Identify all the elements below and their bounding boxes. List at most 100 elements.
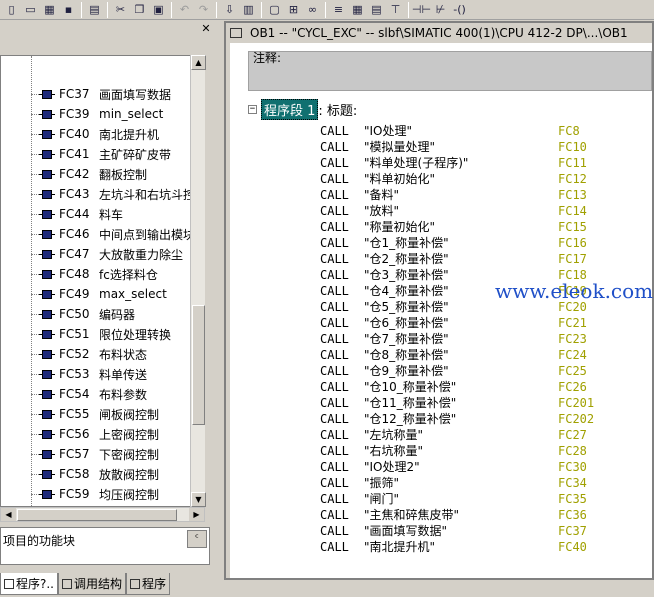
block-comment[interactable]: 注释: — [248, 51, 652, 91]
save-icon[interactable]: ▪ — [59, 1, 78, 19]
tree-item[interactable]: FC57 下密阀控制 — [1, 444, 204, 464]
code-area[interactable]: CALL "IO处理" FC8 CALL "模拟量处理" FC10 CALL "料单处理(子程… — [320, 123, 650, 555]
hscroll-thumb[interactable] — [17, 509, 177, 521]
window-icon — [230, 28, 242, 38]
code-line[interactable]: CALL "仓12_称量补偿" FC202 — [320, 411, 650, 427]
tree-branch — [31, 253, 39, 255]
monitor-icon[interactable]: ▥ — [239, 1, 258, 19]
window-icon[interactable]: ▢ — [265, 1, 284, 19]
tree-item[interactable]: FC58 放散阀控制 — [1, 464, 204, 484]
code-line[interactable]: CALL "料单初始化" FC12 — [320, 171, 650, 187]
code-line[interactable]: CALL "仓8_称量补偿" FC24 — [320, 347, 650, 363]
contact-no-icon[interactable]: ⊣⊢ — [412, 1, 431, 19]
code-line[interactable]: CALL "闸门" FC35 — [320, 491, 650, 507]
code-line[interactable]: CALL "仓10_称量补偿" FC26 — [320, 379, 650, 395]
code-line[interactable]: CALL "放料" FC14 — [320, 203, 650, 219]
coil-icon[interactable]: -() — [450, 1, 469, 19]
block-address: FC17 — [558, 252, 587, 266]
code-line[interactable]: CALL "IO处理2" FC30 — [320, 459, 650, 475]
close-icon[interactable]: ✕ — [200, 23, 212, 35]
tree-item[interactable]: FC55 闸板阀控制 — [1, 404, 204, 424]
tree-item[interactable]: FC53 料单传送 — [1, 364, 204, 384]
block-name: 下密阀控制 — [99, 447, 160, 462]
code-line[interactable]: CALL "备料" FC13 — [320, 187, 650, 203]
tree-item[interactable]: FC40 南北提升机 — [1, 124, 204, 144]
tab-program[interactable]: 程序 — [126, 573, 171, 595]
block-name: 限位处理转换 — [99, 327, 172, 342]
tree-horizontal-scrollbar[interactable]: ◀ ▶ — [0, 507, 205, 522]
tree-icon[interactable]: ⊤ — [386, 1, 405, 19]
details-icon[interactable]: ▤ — [367, 1, 386, 19]
code-line[interactable]: CALL "称量初始化" FC15 — [320, 219, 650, 235]
tree-item[interactable]: FC49 max_select — [1, 284, 204, 304]
code-line[interactable]: CALL "振筛" FC34 — [320, 475, 650, 491]
code-line[interactable]: CALL "IO处理" FC8 — [320, 123, 650, 139]
tab-call-structure[interactable]: 调用结构 — [58, 573, 127, 595]
paste-icon[interactable]: ▣ — [149, 1, 168, 19]
tree-item[interactable]: FC46 中间点到输出模块 — [1, 224, 204, 244]
network-label[interactable]: 程序段 1 — [261, 99, 319, 120]
tree-item[interactable]: FC39 min_select — [1, 104, 204, 124]
code-line[interactable]: CALL "南北提升机" FC40 — [320, 539, 650, 555]
tree-item[interactable]: FC37 画面填写数据 — [1, 84, 204, 104]
code-line[interactable]: CALL "仓11_称量补偿" FC201 — [320, 395, 650, 411]
tree-item[interactable]: FC47 大放散重力除尘 — [1, 244, 204, 264]
scroll-thumb[interactable] — [192, 305, 205, 425]
tree-item[interactable]: FC42 翻板控制 — [1, 164, 204, 184]
undo-icon[interactable]: ↶ — [175, 1, 194, 19]
tree-item[interactable]: FC43 左坑斗和右坑斗控 — [1, 184, 204, 204]
download-icon[interactable]: ⇩ — [220, 1, 239, 19]
help-icon[interactable]: ᶜ — [187, 530, 207, 548]
contact-nc-icon[interactable]: ⊬ — [431, 1, 450, 19]
symbol-name: "料单初始化" — [364, 172, 436, 186]
cut-icon[interactable]: ✂ — [111, 1, 130, 19]
block-name: 南北提升机 — [99, 127, 160, 142]
code-line[interactable]: CALL "右坑称量" FC28 — [320, 443, 650, 459]
tree-item[interactable]: FC44 料车 — [1, 204, 204, 224]
code-line[interactable]: CALL "画面填写数据" FC37 — [320, 523, 650, 539]
collapse-icon[interactable]: − — [248, 105, 257, 114]
layout-icon[interactable]: ▦ — [348, 1, 367, 19]
code-line[interactable]: CALL "仓9_称量补偿" FC25 — [320, 363, 650, 379]
info-box: 项目的功能块 ᶜ — [0, 527, 210, 565]
tree-item[interactable]: FC50 编码器 — [1, 304, 204, 324]
code-line[interactable]: CALL "仓7_称量补偿" FC23 — [320, 331, 650, 347]
tree-item[interactable]: FC51 限位处理转换 — [1, 324, 204, 344]
new-icon[interactable]: ▯ — [2, 1, 21, 19]
code-line[interactable]: CALL "左坑称量" FC27 — [320, 427, 650, 443]
code-line[interactable]: CALL "仓6_称量补偿" FC21 — [320, 315, 650, 331]
code-line[interactable]: CALL "仓2_称量补偿" FC17 — [320, 251, 650, 267]
block-address: FC36 — [558, 508, 587, 522]
function-block-icon — [39, 128, 55, 140]
tree-vertical-scrollbar[interactable]: ▲ ▼ — [190, 55, 206, 507]
tree-branch — [31, 433, 39, 435]
online-icon[interactable]: ▦ — [40, 1, 59, 19]
scroll-down-icon[interactable]: ▼ — [191, 492, 206, 507]
tab-program-elements[interactable]: 程序?.. — [0, 573, 58, 595]
tree-item[interactable]: FC54 布料参数 — [1, 384, 204, 404]
print-icon[interactable]: ▤ — [85, 1, 104, 19]
code-line[interactable]: CALL "料单处理(子程序)" FC11 — [320, 155, 650, 171]
tree-item[interactable]: FC59 均压阀控制 — [1, 484, 204, 504]
symbol-name: "仓10_称量补偿" — [364, 380, 457, 394]
overview-icon[interactable]: ≡ — [329, 1, 348, 19]
scroll-right-icon[interactable]: ▶ — [189, 508, 204, 521]
code-line[interactable]: CALL "模拟量处理" FC10 — [320, 139, 650, 155]
copy-icon[interactable]: ❐ — [130, 1, 149, 19]
tree-item[interactable]: FC56 上密阀控制 — [1, 424, 204, 444]
function-block-icon — [39, 368, 55, 380]
block-name: 布料参数 — [99, 387, 148, 402]
code-line[interactable]: CALL "仓1_称量补偿" FC16 — [320, 235, 650, 251]
open-icon[interactable]: ▭ — [21, 1, 40, 19]
block-tree: FC37 画面填写数据 FC39 min_select FC40 南北提升机 FC41 主矿碎… — [0, 55, 205, 507]
scroll-up-icon[interactable]: ▲ — [191, 55, 206, 70]
glasses-icon[interactable]: ∞ — [303, 1, 322, 19]
scroll-left-icon[interactable]: ◀ — [1, 508, 16, 521]
redo-icon[interactable]: ↷ — [194, 1, 213, 19]
code-line[interactable]: CALL "主焦和碎焦皮带" FC36 — [320, 507, 650, 523]
tree-item[interactable]: FC48 fc选择料仓 — [1, 264, 204, 284]
tree-item[interactable]: FC52 布料状态 — [1, 344, 204, 364]
tree-item[interactable]: FC41 主矿碎矿皮带 — [1, 144, 204, 164]
network-icon[interactable]: ⊞ — [284, 1, 303, 19]
tree-branch — [31, 293, 39, 295]
